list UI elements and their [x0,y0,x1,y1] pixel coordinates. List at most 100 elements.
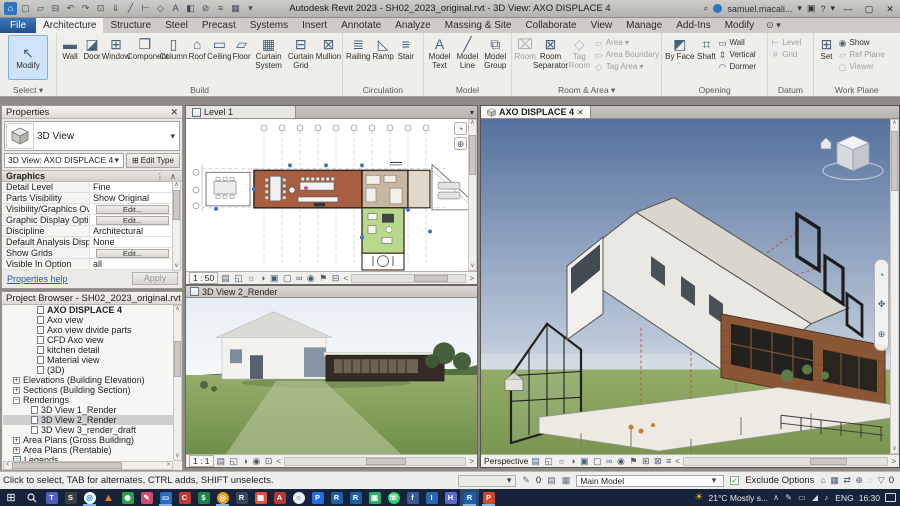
taskbar-app-blue-p[interactable]: P [308,489,327,506]
tree-item-area-plans-gross[interactable]: + Area Plans (Gross Building) [3,435,173,445]
taskbar-app-h[interactable]: H [441,489,460,506]
taskbar-app-grid[interactable]: ▦ [251,489,270,506]
taskbar-app-whatsapp[interactable]: ☏ [384,489,403,506]
tree-item-sections[interactable]: + Sections (Building Section) [3,385,173,395]
render-pane-header[interactable]: 3D View 2_Render [186,286,477,298]
tree-item-elevations[interactable]: + Elevations (Building Elevation) [3,375,173,385]
tree-item-3d-view-2-render[interactable]: 3D View 2_Render [3,415,173,425]
graphics-section-header[interactable]: Graphics ⋮ ∧ [2,170,182,182]
filter-icon[interactable]: ▽ [878,475,885,486]
vertical-opening-button[interactable]: ⇕ Vertical [717,50,756,60]
curtain-system-button[interactable]: ▦ Curtain System [253,35,285,71]
tab-precast[interactable]: Precast [195,18,243,33]
default-3d-view-icon[interactable]: ◧ [184,2,197,15]
tray-icons[interactable]: ∧ ✎ ▭ ◢ ♪ [773,493,830,502]
expand-icon[interactable]: + [13,376,20,384]
property-row[interactable]: Visible In Option all [2,259,172,270]
tag-room-button[interactable]: ◇ Tag Room [565,35,594,71]
taskbar-app-photos[interactable]: ◎ [213,489,232,506]
taskbar-app-chrome[interactable]: ◎ [80,489,99,506]
set-work-plane-button[interactable]: ⊞ Set [816,35,838,63]
tree-item-3d[interactable]: (3D) [3,365,173,375]
model-group-button[interactable]: ⧉ Model Group [481,35,509,71]
taskbar-app-office[interactable]: I [422,489,441,506]
tag-area-button[interactable]: ◇ Tag Area ▾ [594,62,659,72]
view-tab-level-1[interactable]: Level 1 [186,106,296,118]
plan-view-control-icons[interactable]: ▤ ◱ ☼ ◑ ▣ ▢ ∞ ◉ ⚑ ⊟ [221,273,340,284]
floor-plan-canvas[interactable] [186,119,477,271]
ref-plane-button[interactable]: ▱ Ref Plane [838,50,885,60]
stair-button[interactable]: ≡ Stair [395,35,417,63]
tab-steel[interactable]: Steel [158,18,195,33]
aligned-dimension-icon[interactable]: ⊢ [139,2,152,15]
room-separator-button[interactable]: ⊠ Room Separator [533,35,568,71]
plan-horizontal-scrollbar[interactable] [351,273,467,283]
taskbar-app-r-dark[interactable]: R [232,489,251,506]
dormer-button[interactable]: ◠ Dormer [717,62,757,72]
close-button[interactable]: ✕ [882,2,898,16]
close-view-icon[interactable]: ✕ [577,108,584,117]
design-options-icon[interactable]: ▤ [547,475,556,486]
taskbar-app-green-box[interactable]: ▣ [365,489,384,506]
room-button[interactable]: ⌧ Room [514,35,536,63]
tag-icon[interactable]: ◇ [154,2,167,15]
help-dropdown-arrow-icon[interactable]: ▾ [830,3,835,14]
full-navigation-wheel-icon[interactable]: ◔ [879,270,884,280]
expand-icon[interactable]: + [13,446,20,454]
selection-toggle-icons[interactable]: ⌂ ▦ ⇄ ⊕ ◌ [820,475,873,486]
browser-vertical-scrollbar[interactable]: ∧ ∨ [173,305,182,461]
project-browser-close-icon[interactable]: ✕ [181,293,182,304]
taskbar-app-autocad[interactable]: A [270,489,289,506]
tree-item-material-view[interactable]: Material view [3,355,173,365]
help-icon[interactable]: ? [820,4,825,14]
show-work-plane-button[interactable]: ◉ Show [838,38,885,48]
taskbar-app-dark[interactable]: S [61,489,80,506]
open-icon[interactable]: ▱ [34,2,47,15]
taskbar-app-revit-b[interactable]: R [346,489,365,506]
taskbar-app-powerpoint[interactable]: P [479,489,498,506]
area-boundary-button[interactable]: ▭ Area Boundary [594,50,659,60]
design-option-select[interactable]: Main Model ▾ [576,474,725,487]
modify-button[interactable]: ↖ Modify [8,35,49,80]
property-row[interactable]: Parts Visibility Show Original [2,193,172,204]
print-icon[interactable]: ⊡ [94,2,107,15]
thin-lines-icon[interactable]: ≡ [214,2,227,15]
property-row[interactable]: Graphic Display Optio...Edit... [2,215,172,226]
axo-3d-canvas[interactable] [481,119,899,454]
axo-projection-label[interactable]: Perspective [484,456,528,466]
tab-analyze[interactable]: Analyze [388,18,438,33]
ceiling-button[interactable]: ▭ Ceiling [207,35,231,63]
customize-qat-icon[interactable]: ▾ [244,2,257,15]
visibility-graphics-edit-button[interactable]: Edit... [96,204,169,214]
taskbar-app-teams[interactable]: T [42,489,61,506]
by-face-button[interactable]: ◩ By Face [664,35,695,63]
editing-requests-icon[interactable]: ✎ [522,475,530,486]
save-icon[interactable]: ⊟ [49,2,62,15]
tab-view[interactable]: View [584,18,620,33]
taskbar-app-facebook[interactable]: f [403,489,422,506]
property-row[interactable]: Show Grids Edit... [2,248,172,259]
tab-architecture[interactable]: Architecture [36,18,104,33]
view-tab-axo-displace-4[interactable]: AXO DISPLACE 4 ✕ [481,106,591,118]
property-row[interactable]: Visibility/Graphics Ov... Edit... [2,204,172,215]
property-row[interactable]: Detail Level Fine [2,182,172,193]
tab-add-ins[interactable]: Add-Ins [669,18,717,33]
ramp-button[interactable]: ◺ Ramp [372,35,395,63]
render-canvas[interactable] [186,298,477,454]
pan-icon[interactable]: ✥ [878,299,886,310]
column-button[interactable]: ▯ Column [160,35,188,63]
user-avatar[interactable] [713,4,723,13]
exclude-options-checkbox[interactable]: ✓ [730,476,740,485]
wall-opening-button[interactable]: ▭ Wall [717,38,756,48]
taskbar-app-circle[interactable]: ○ [289,489,308,506]
panel-label-room-area[interactable]: Room & Area ▾ [512,85,661,96]
tab-collaborate[interactable]: Collaborate [518,18,583,33]
window-button[interactable]: ⊞ Window [102,35,130,63]
project-browser-header[interactable]: Project Browser - SH02_2023_original.rvt… [2,292,182,305]
axo-horizontal-scrollbar[interactable] [682,456,889,466]
taskbar-app-capture[interactable]: ◉ [118,489,137,506]
type-selector[interactable]: 3D View ▾ [4,121,180,151]
axo-vertical-scrollbar[interactable]: ∧ ∨ [890,119,899,454]
type-selector-arrow-icon[interactable]: ▾ [170,131,179,142]
minimize-button[interactable]: — [840,2,856,16]
